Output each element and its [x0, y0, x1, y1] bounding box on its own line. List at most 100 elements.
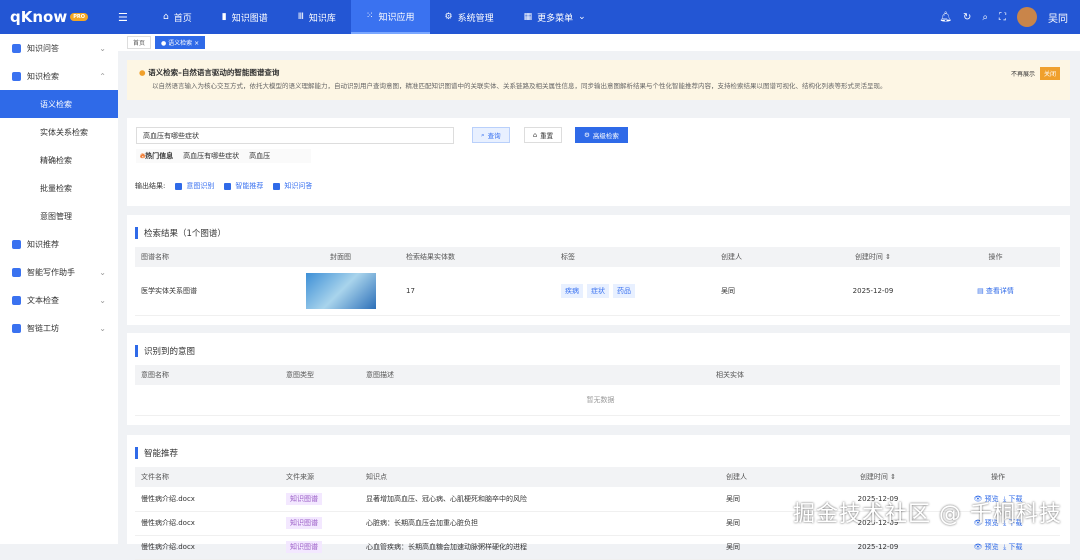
col-header: 文件来源 — [280, 467, 360, 487]
top-bar: qKnow PRO ☰ ⌂ 首页 ▮ 知识图谱 Ⅲ 知识库 ⁙ 知识应用 ⚙ 系统管理 ▦ 更… — [0, 0, 1080, 34]
no-show-button[interactable]: 不再展示 — [1011, 69, 1035, 78]
col-header-date[interactable]: 创建时间 ⇕ — [815, 247, 925, 267]
nav-knowledge-graph[interactable]: ▮ 知识图谱 — [207, 0, 283, 34]
col-header: 操作 — [930, 467, 1060, 487]
sidebar-item-batch-search[interactable]: 批量检索 — [0, 174, 118, 202]
watermark: 掘金技术社区 @ 千桐科技 — [793, 502, 1062, 527]
nav-label: 知识图谱 — [231, 13, 268, 24]
button-label: 高级检索 — [592, 132, 619, 140]
chevron-down-icon: ⌄ — [99, 295, 106, 305]
chevron-down-icon: ⌄ — [99, 43, 106, 53]
knowledge-point: 心血管疾病：长期高血糖会加速动脉粥样硬化的进程 — [360, 535, 720, 560]
checkbox-label: 知识问答 — [284, 182, 313, 190]
sidebar-item-qa[interactable]: 知识问答 ⌄ — [0, 34, 118, 62]
table-row: 慢性病介绍.docx 知识图谱 心血管疾病：长期高血糖会加速动脉粥样硬化的进程 吴同 2… — [135, 535, 1060, 560]
notice-banner: ● 语义检索–自然语言驱动的智能图谱查询 以自然语言输入为核心交互方式，依托大模… — [127, 60, 1070, 100]
tags-cell: 疾病 症状 药品 — [555, 267, 715, 316]
download-link[interactable]: ⤓ 下载 — [1003, 543, 1022, 551]
sidebar-item-label: 实体关系检索 — [40, 127, 88, 137]
col-header: 意图描述 — [360, 365, 710, 385]
fullscreen-icon[interactable]: ⛶ — [999, 12, 1006, 23]
sidebar-item-recommend[interactable]: 知识推荐 — [0, 230, 118, 258]
created-date: 2025-12-09 — [815, 267, 925, 316]
sidebar-item-writing[interactable]: 智能写作助手 ⌄ — [0, 258, 118, 286]
checkbox-qa[interactable]: 知识问答 — [273, 181, 312, 191]
close-button[interactable]: 关闭 — [1039, 67, 1060, 80]
sort-icon[interactable]: ⇕ — [890, 473, 896, 481]
sidebar-item-label: 知识问答 — [27, 43, 59, 53]
user-name[interactable]: 吴同 — [1048, 10, 1068, 25]
knowledge-point: 心脏病：长期高血压会加重心脏负担 — [360, 511, 720, 536]
search-icon: ⌕ — [481, 130, 485, 139]
hot-item[interactable]: 高血压 — [249, 151, 270, 161]
search-icon[interactable]: ⌕ — [982, 12, 988, 23]
sidebar: 知识问答 ⌄ 知识检索 ⌃ 语义检索 实体关系检索 精确检索 批量检索 意图管理 知… — [0, 34, 118, 544]
cover-cell — [275, 267, 400, 316]
col-label: 创建时间 — [859, 473, 888, 481]
reset-button[interactable]: ⌂ 重置 — [524, 127, 563, 143]
table-row: 医学实体关系图谱 17 疾病 症状 药品 吴同 2025-12-09 ▤ 查看详情 — [135, 267, 1060, 316]
graph-name: 医学实体关系图谱 — [135, 267, 275, 316]
col-header-date[interactable]: 创建时间 ⇕ — [820, 467, 930, 487]
advanced-icon: ⚙ — [584, 131, 590, 139]
logo[interactable]: qKnow PRO — [0, 8, 118, 26]
col-header: 意图名称 — [135, 365, 280, 385]
sidebar-item-label: 智链工坊 — [27, 323, 59, 333]
chevron-up-icon: ⌃ — [99, 71, 106, 81]
library-icon: Ⅲ — [297, 12, 304, 22]
checkbox-recommend[interactable]: 智能推荐 — [224, 181, 263, 191]
creator: 吴同 — [720, 535, 820, 560]
col-header: 标签 — [555, 247, 715, 267]
preview-link[interactable]: 👁︎ 预览 — [974, 543, 999, 551]
chevron-down-icon: ⌄ — [99, 323, 106, 333]
notice-title: 语义检索–自然语言驱动的智能图谱查询 — [148, 68, 280, 77]
sidebar-item-retrieval[interactable]: 知识检索 ⌃ — [0, 62, 118, 90]
search-input[interactable]: 高血压有哪些症状 — [136, 127, 454, 144]
col-header: 知识点 — [360, 467, 720, 487]
hot-item[interactable]: 高血压有哪些症状 — [183, 151, 239, 161]
sort-icon[interactable]: ⇕ — [885, 253, 891, 261]
sidebar-item-exact-search[interactable]: 精确检索 — [0, 146, 118, 174]
tab-semantic-search[interactable]: ● 语义检索 × — [155, 36, 206, 49]
checkbox-label: 意图识别 — [186, 182, 215, 190]
close-icon[interactable]: × — [194, 40, 199, 47]
nav-knowledge-app[interactable]: ⁙ 知识应用 — [350, 0, 430, 34]
tab-home[interactable]: 首页 — [127, 36, 152, 49]
notice-desc: 以自然语言输入为核心交互方式，依托大模型的语义理解能力，自动识别用户查询意图，精… — [152, 82, 887, 90]
col-header: 图谱名称 — [135, 247, 275, 267]
sidebar-item-workshop[interactable]: 智链工坊 ⌄ — [0, 314, 118, 342]
col-header: 创建人 — [715, 247, 815, 267]
section-title: 智能推荐 — [135, 447, 1070, 459]
query-button[interactable]: ⌕ 查询 — [472, 127, 510, 143]
empty-text: 暂无数据 — [135, 385, 1060, 416]
tag: 疾病 — [561, 283, 583, 298]
button-label: 查询 — [487, 132, 501, 140]
output-label: 输出结果: — [135, 182, 166, 190]
view-detail-link[interactable]: ▤ 查看详情 — [925, 267, 1060, 316]
nav-knowledge-base[interactable]: Ⅲ 知识库 — [283, 0, 351, 34]
source-cell: 知识图谱 — [280, 487, 360, 512]
tab-bar: 首页 ● 语义检索 × — [118, 34, 1080, 51]
sidebar-item-semantic-search[interactable]: 语义检索 — [0, 90, 118, 118]
avatar[interactable] — [1017, 7, 1037, 27]
menu-toggle-icon[interactable]: ☰ — [118, 11, 148, 24]
sidebar-item-text-check[interactable]: 文本检查 ⌄ — [0, 286, 118, 314]
sidebar-item-intent-mgmt[interactable]: 意图管理 — [0, 202, 118, 230]
nav-label: 更多菜单 — [537, 13, 574, 24]
nav-system[interactable]: ⚙ 系统管理 — [430, 0, 509, 34]
col-header: 检索结果实体数 — [400, 247, 555, 267]
reset-icon: ⌂ — [533, 131, 538, 139]
file-name: 慢性病介绍.docx — [135, 511, 280, 536]
advanced-search-button[interactable]: ⚙ 高级检索 — [575, 127, 628, 143]
refresh-icon[interactable]: ↻ — [963, 12, 971, 23]
doc-icon — [12, 295, 21, 305]
results-panel: 检索结果（1个图谱） 图谱名称 封面图 检索结果实体数 标签 创建人 创建时间 ⇕ 操作 医… — [127, 215, 1070, 325]
chain-icon — [12, 323, 21, 333]
nav-more[interactable]: ▦ 更多菜单 ⌄ — [509, 0, 601, 34]
sidebar-item-entity-relation[interactable]: 实体关系检索 — [0, 118, 118, 146]
nav-home[interactable]: ⌂ 首页 — [148, 0, 207, 34]
app-icon: ⁙ — [365, 11, 374, 21]
bell-icon[interactable]: 🔔︎ — [939, 12, 952, 23]
checkbox-intent[interactable]: 意图识别 — [175, 181, 214, 191]
recommend-icon — [12, 239, 21, 249]
